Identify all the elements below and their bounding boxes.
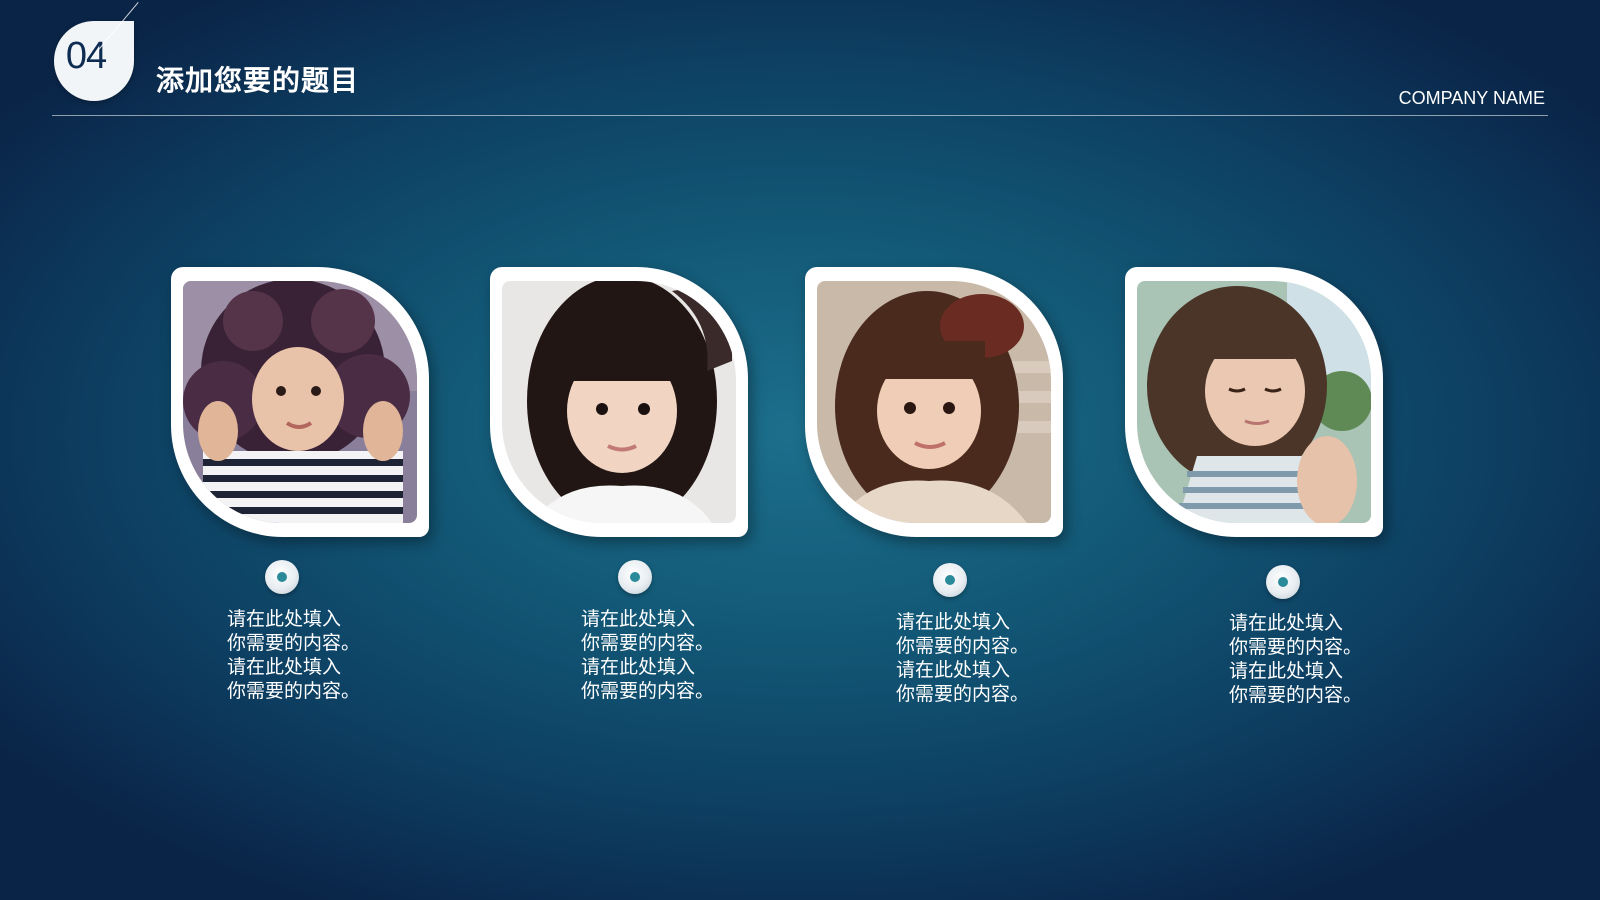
description-line: 请在此处填入 [896, 659, 1011, 681]
timeline-dot [618, 560, 652, 594]
card-description: 请在此处填入 你需要的内容。 请在此处填入 你需要的内容。 [1229, 611, 1429, 707]
description-line: 请在此处填入 [581, 608, 696, 630]
card-description: 请在此处填入 你需要的内容。 请在此处填入 你需要的内容。 [896, 610, 1096, 706]
card-description: 请在此处填入 你需要的内容。 请在此处填入 你需要的内容。 [581, 607, 781, 703]
description-line: 你需要的内容。 [1229, 684, 1363, 706]
timeline-dot [1266, 565, 1300, 599]
photo-frame [805, 267, 1063, 537]
section-number: 04 [65, 35, 107, 77]
description-line: 你需要的内容。 [1229, 636, 1363, 658]
girl-bow-headband-photo [817, 281, 1051, 523]
section-badge: 04 [54, 21, 134, 101]
profile-card-4: 请在此处填入 你需要的内容。 请在此处填入 你需要的内容。 [1125, 267, 1425, 727]
photo-image [1137, 281, 1371, 523]
description-line: 请在此处填入 [581, 656, 696, 678]
profile-card-3: 请在此处填入 你需要的内容。 请在此处填入 你需要的内容。 [805, 267, 1105, 727]
header-divider [52, 115, 1548, 116]
description-line: 你需要的内容。 [227, 632, 361, 654]
slide: 04 添加您要的题目 COMPANY NAME 请在此处填入 你需要的内容。 请… [0, 0, 1600, 900]
description-line: 请在此处填入 [1229, 660, 1344, 682]
girl-looking-down-photo [1137, 281, 1371, 523]
photo-frame [171, 267, 429, 537]
girl-long-dark-hair-photo [502, 281, 736, 523]
description-line: 你需要的内容。 [581, 680, 715, 702]
timeline-dot [933, 563, 967, 597]
description-line: 你需要的内容。 [896, 635, 1030, 657]
photo-image [817, 281, 1051, 523]
card-description: 请在此处填入 你需要的内容。 请在此处填入 你需要的内容。 [227, 607, 427, 703]
profile-card-2: 请在此处填入 你需要的内容。 请在此处填入 你需要的内容。 [490, 267, 790, 727]
description-line: 请在此处填入 [227, 608, 342, 630]
girl-curly-hair-photo [183, 281, 417, 523]
company-name: COMPANY NAME [1398, 88, 1545, 108]
profile-card-1: 请在此处填入 你需要的内容。 请在此处填入 你需要的内容。 [171, 267, 471, 727]
description-line: 你需要的内容。 [896, 683, 1030, 705]
page-title: 添加您要的题目 [156, 64, 360, 97]
description-line: 你需要的内容。 [581, 632, 715, 654]
description-line: 请在此处填入 [1229, 612, 1344, 634]
timeline-dot [265, 560, 299, 594]
description-line: 你需要的内容。 [227, 680, 361, 702]
photo-image [183, 281, 417, 523]
photo-frame [490, 267, 748, 537]
photo-image [502, 281, 736, 523]
description-line: 请在此处填入 [227, 656, 342, 678]
description-line: 请在此处填入 [896, 611, 1011, 633]
photo-frame [1125, 267, 1383, 537]
